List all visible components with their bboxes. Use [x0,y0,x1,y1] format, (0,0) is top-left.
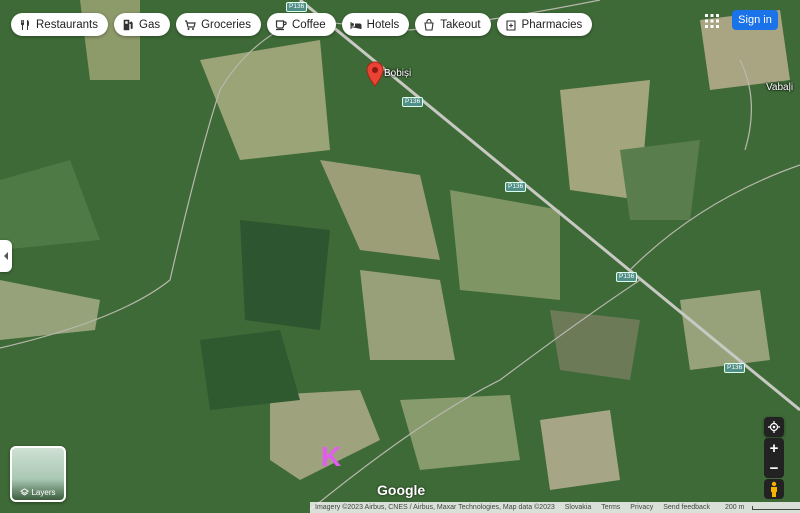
chip-takeout[interactable]: Takeout [415,13,491,36]
fork-knife-icon [21,19,29,30]
chip-label: Groceries [201,18,251,31]
category-chips: Restaurants Gas Groceries Coffee Hotels … [11,13,593,36]
chip-pharmacies[interactable]: Pharmacies [496,13,593,36]
location-pin-icon[interactable] [366,61,384,87]
terms-link[interactable]: Terms [596,504,625,511]
layers-icon [20,488,30,496]
layers-label: Layers [31,488,56,497]
satellite-map[interactable]: Bobiși Vabaļi P136 P136 P136 P136 P136 K [0,0,800,513]
place-label-vabali[interactable]: Vabaļi [766,82,793,93]
chip-gas[interactable]: Gas [114,13,171,36]
imagery-attribution: Imagery ©2023 Airbus, CNES / Airbus, Max… [315,504,555,511]
scale-control[interactable]: 200 m [715,504,800,511]
expand-side-panel-button[interactable] [0,240,12,272]
send-feedback-link[interactable]: Send feedback [658,504,715,511]
chip-label: Hotels [366,18,400,31]
google-logo: Google [377,482,426,498]
zoom-out-button[interactable]: − [764,458,784,478]
chip-label: Gas [139,18,161,31]
takeout-bag-icon [424,18,434,31]
country-link[interactable]: Slovakia [560,504,596,511]
sign-in-button[interactable]: Sign in [732,10,778,30]
chip-label: Restaurants [36,18,99,31]
scale-bar [752,505,800,510]
chip-hotels[interactable]: Hotels [341,13,410,36]
chip-groceries[interactable]: Groceries [176,13,261,36]
cart-icon [185,19,196,30]
chip-label: Coffee [291,18,326,31]
chip-label: Takeout [440,18,481,31]
route-shield: P136 [402,97,424,107]
pharmacy-icon [505,19,516,31]
chevron-left-icon [4,252,8,260]
layers-button[interactable]: Layers [10,446,66,502]
route-shield: P136 [616,272,638,282]
apps-grid-icon[interactable] [703,12,721,30]
chip-restaurants[interactable]: Restaurants [11,13,109,36]
place-label-bobisi[interactable]: Bobiși [384,68,411,79]
gas-pump-icon [123,19,133,30]
route-shield: P136 [724,363,746,373]
chip-label: Pharmacies [521,18,583,31]
zoom-controls: + − [764,438,784,478]
privacy-link[interactable]: Privacy [625,504,658,511]
route-shield: P136 [286,2,308,12]
route-shield: P136 [505,182,527,192]
street-view-pegman-icon[interactable] [764,479,784,499]
crosshair-icon [768,421,780,433]
map-footer: Imagery ©2023 Airbus, CNES / Airbus, Max… [310,502,800,513]
coffee-cup-icon [275,19,287,30]
scale-label: 200 m [724,504,745,511]
bed-icon [350,21,362,29]
chip-coffee[interactable]: Coffee [266,13,336,36]
zoom-in-button[interactable]: + [764,438,784,458]
my-location-button[interactable] [764,417,784,437]
overlay-letter: K [321,441,342,472]
